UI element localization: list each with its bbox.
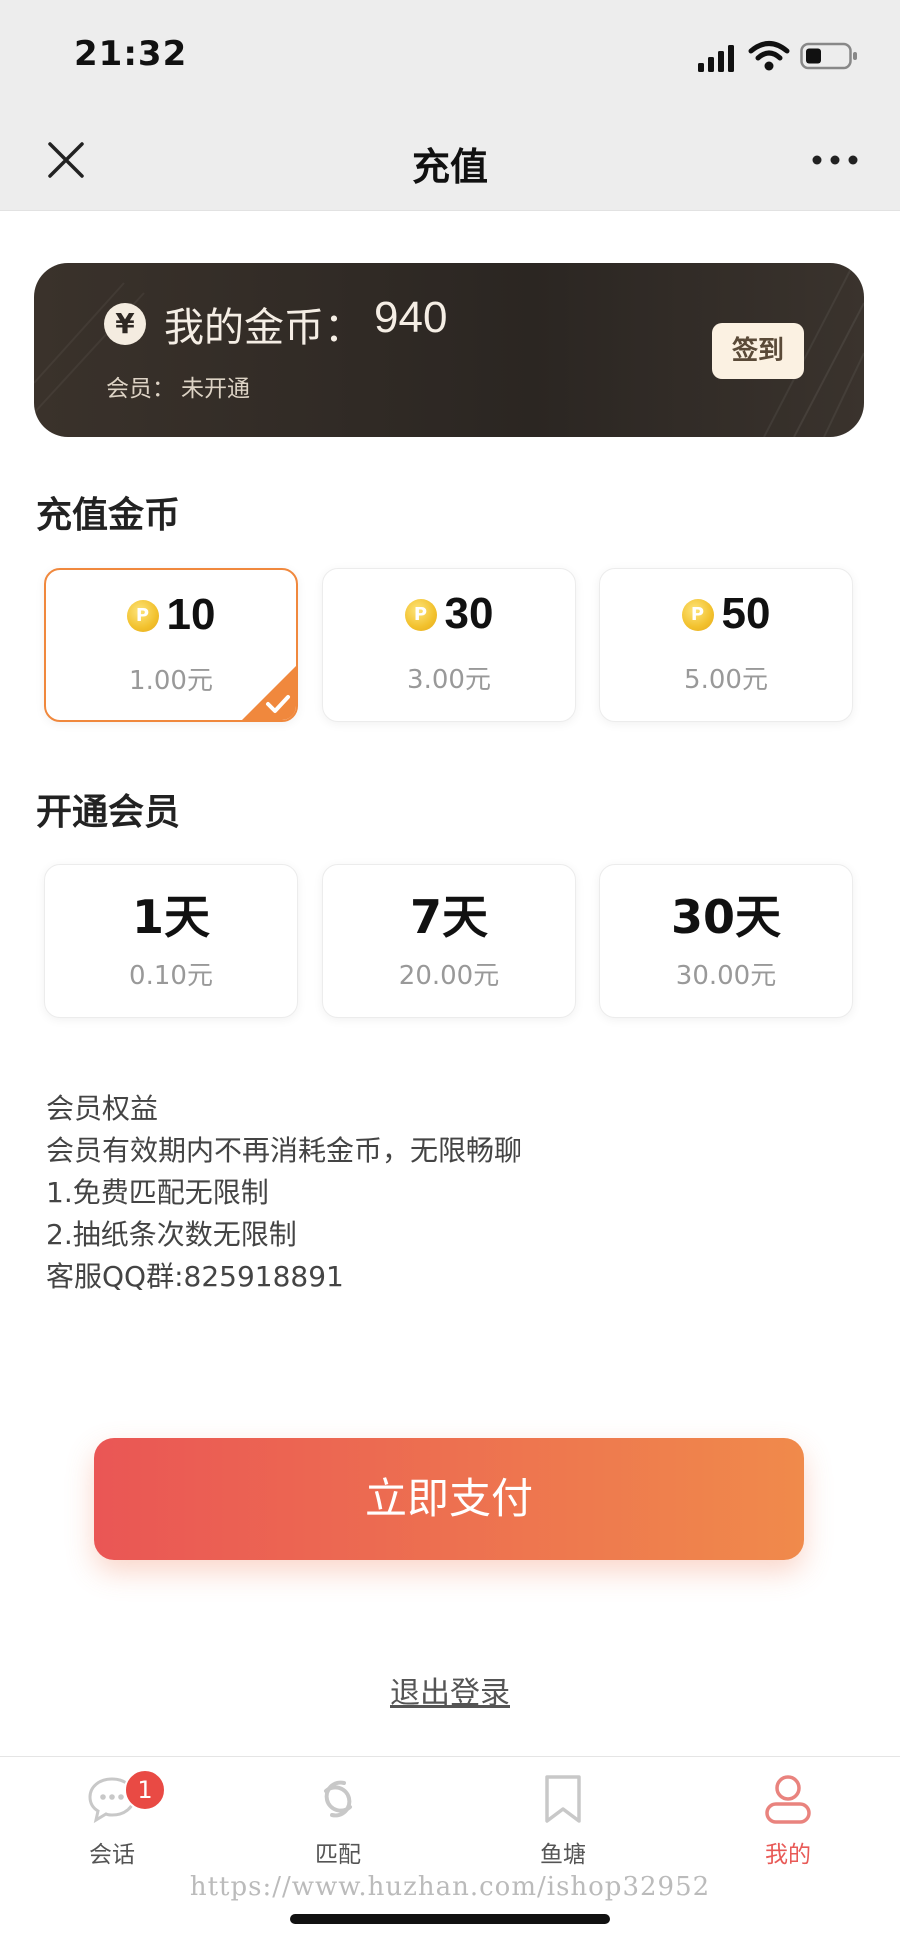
nav-bar: 充值 bbox=[0, 110, 900, 211]
user-profile-icon bbox=[765, 1775, 811, 1824]
gold-coin-icon: P bbox=[126, 600, 159, 632]
coins-balance: 940 bbox=[374, 293, 448, 342]
tab-match[interactable]: 匹配 bbox=[258, 1771, 418, 1869]
recharge-option-10[interactable]: P 10 1.00元 bbox=[44, 568, 298, 722]
member-label: 会员： bbox=[106, 376, 175, 402]
match-swirl-icon bbox=[324, 1780, 352, 1818]
logout-link[interactable]: 退出登录 bbox=[0, 1668, 900, 1712]
watermark-url: https://www.huzhan.com/ishop32952 bbox=[189, 1872, 711, 1902]
benefits-line: 1.免费匹配无限制 bbox=[46, 1176, 269, 1209]
wallet-card: ¥ 我的金币： 940 会员： 未开通 签到 bbox=[34, 263, 864, 437]
coins-label: 我的金币： bbox=[164, 305, 364, 351]
benefits-line: 2.抽纸条次数无限制 bbox=[46, 1218, 297, 1251]
recharge-option-30[interactable]: P 30 3.00元 bbox=[322, 568, 576, 722]
status-time: 21:32 bbox=[74, 34, 188, 74]
tab-label: 鱼塘 bbox=[540, 1842, 586, 1868]
gold-coin-icon: P bbox=[404, 599, 437, 631]
membership-option-1-day[interactable]: 1天 0.10元 bbox=[44, 864, 298, 1018]
recharge-amount-row: P 30 bbox=[323, 589, 575, 639]
recharge-amount: 10 bbox=[166, 590, 216, 639]
tab-chat[interactable]: 1 会话 bbox=[32, 1769, 192, 1869]
battery-icon bbox=[800, 42, 857, 70]
recharge-amount: 30 bbox=[444, 589, 494, 638]
checkin-button[interactable]: 签到 bbox=[712, 323, 804, 379]
recharge-amount-row: P 10 bbox=[46, 590, 296, 640]
customer-service-qq: 客服QQ群:825918891 bbox=[46, 1260, 344, 1293]
recharge-section-title: 充值金币 bbox=[36, 495, 181, 536]
membership-days: 30天 bbox=[670, 890, 781, 944]
recharge-amount: 50 bbox=[721, 589, 771, 638]
pay-now-button[interactable]: 立即支付 bbox=[94, 1438, 804, 1560]
membership-days: 1天 bbox=[131, 890, 210, 944]
tab-label: 匹配 bbox=[315, 1842, 361, 1868]
recharge-price: 3.00元 bbox=[407, 665, 491, 695]
tab-label: 会话 bbox=[89, 1842, 135, 1868]
status-bar: 21:32 bbox=[0, 0, 900, 110]
cellular-signal-icon bbox=[698, 45, 734, 72]
membership-option-7-days[interactable]: 7天 20.00元 bbox=[322, 864, 576, 1018]
more-options-icon[interactable] bbox=[812, 150, 858, 170]
tab-mine[interactable]: 我的 bbox=[708, 1771, 868, 1869]
tab-pond[interactable]: 鱼塘 bbox=[483, 1771, 643, 1869]
member-benefits: 会员权益 会员有效期内不再消耗金币，无限畅聊 1.免费匹配无限制 2.抽纸条次数… bbox=[46, 1088, 522, 1298]
recharge-price: 5.00元 bbox=[684, 665, 768, 695]
home-indicator[interactable] bbox=[290, 1914, 610, 1924]
member-status-line: 会员： 未开通 bbox=[106, 369, 250, 403]
membership-days: 7天 bbox=[409, 890, 488, 944]
member-status: 未开通 bbox=[181, 376, 250, 402]
page-title: 充值 bbox=[411, 145, 488, 189]
membership-price: 30.00元 bbox=[675, 961, 777, 991]
gold-coin-icon: P bbox=[681, 599, 714, 631]
coin-yen-icon: ¥ bbox=[104, 303, 146, 345]
unread-badge: 1 bbox=[124, 1769, 166, 1811]
membership-option-30-days[interactable]: 30天 30.00元 bbox=[599, 864, 853, 1018]
membership-price: 20.00元 bbox=[398, 961, 500, 991]
wifi-icon bbox=[748, 41, 790, 71]
tab-label: 我的 bbox=[765, 1842, 811, 1868]
membership-price: 0.10元 bbox=[129, 961, 213, 991]
benefits-heading: 会员权益 bbox=[46, 1092, 159, 1125]
recharge-amount-row: P 50 bbox=[600, 589, 852, 639]
selected-check-icon bbox=[242, 666, 296, 720]
recharge-option-50[interactable]: P 50 5.00元 bbox=[599, 568, 853, 722]
benefits-line: 会员有效期内不再消耗金币，无限畅聊 bbox=[46, 1134, 523, 1167]
bookmark-icon bbox=[545, 1775, 581, 1823]
membership-section-title: 开通会员 bbox=[36, 792, 181, 833]
